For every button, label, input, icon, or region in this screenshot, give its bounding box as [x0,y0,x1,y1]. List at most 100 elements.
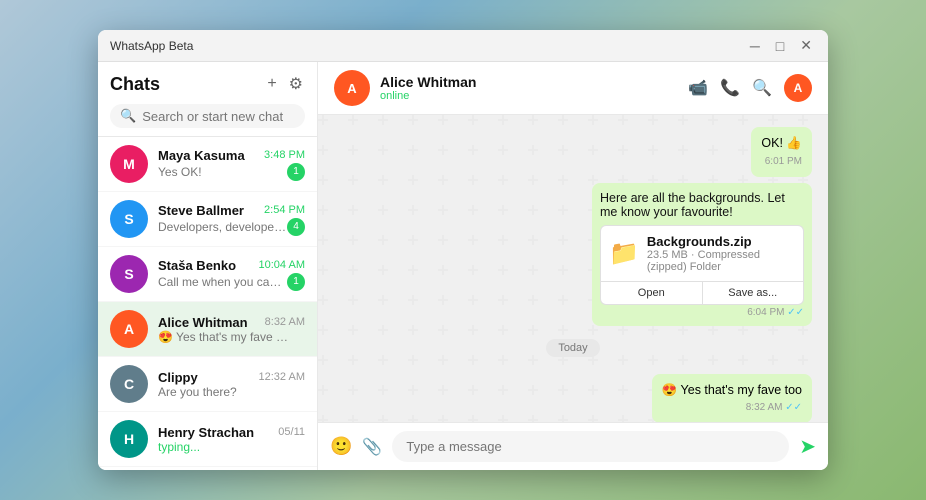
file-card-actions: Open Save as... [601,281,803,304]
file-name: Backgrounds.zip [647,234,795,249]
chat-time: 05/11 [278,426,305,438]
chat-list: M Maya Kasuma 3:48 PM Yes OK!1 S Steve Ballme… [98,137,317,470]
chat-time: 3:48 PM [264,149,305,161]
chat-name: Staša Benko [158,258,236,273]
chat-preview: 😍 Yes that's my fave too! [158,330,288,344]
minimize-button[interactable]: ─ [746,37,764,54]
sidebar-title: Chats [110,74,160,95]
chat-info: Alice Whitman 8:32 AM 😍 Yes that's my fave… [158,315,305,344]
date-label: Today [546,339,599,357]
chat-info: Steve Ballmer 2:54 PM Developers, develope… [158,203,305,236]
chat-header: A Alice Whitman online 📹 📞 🔍 A [318,62,828,115]
chat-name: Alice Whitman [158,315,248,330]
chat-preview-row: Developers, developers, develo...4 [158,218,305,236]
chat-preview: typing... [158,440,200,454]
open-file-button[interactable]: Open [601,282,703,304]
chat-name: Clippy [158,370,198,385]
chat-preview: Developers, developers, develo... [158,220,287,234]
avatar: A [110,310,148,348]
messages-area: OK! 👍 6:01 PM Here are all the backgroun… [318,115,828,422]
settings-button[interactable]: ⚙ [287,72,305,96]
app-body: Chats + ⚙ 🔍 M Maya Kasuma 3:48 PM Yes OK!1 S… [98,62,828,470]
reply-text: 😍 Yes that's my fave too [662,382,802,400]
sidebar-title-row: Chats + ⚙ [110,72,305,96]
sidebar-header: Chats + ⚙ 🔍 [98,62,317,137]
contact-avatar: A [334,70,370,106]
contact-info: Alice Whitman online [380,74,678,102]
chat-time: 2:54 PM [264,204,305,216]
contact-avatar-header[interactable]: A [784,74,812,102]
unread-badge: 1 [287,273,305,291]
avatar: H [110,420,148,458]
sidebar: Chats + ⚙ 🔍 M Maya Kasuma 3:48 PM Yes OK!1 S… [98,62,318,470]
message-ok: OK! 👍 6:01 PM [751,127,812,177]
chat-preview-row: Are you there? [158,385,305,399]
chat-name-row: Staša Benko 10:04 AM [158,258,305,273]
sidebar-action-icons: + ⚙ [265,72,305,96]
avatar: M [110,145,148,183]
avatar: S [110,255,148,293]
chat-name-row: Clippy 12:32 AM [158,370,305,385]
search-bar: 🔍 [110,104,305,128]
avatar: S [110,200,148,238]
chat-time: 8:32 AM [265,316,305,328]
file-info: Backgrounds.zip 23.5 MB · Compressed (zi… [647,234,795,273]
new-chat-button[interactable]: + [265,72,278,96]
chat-item-clippy[interactable]: C Clippy 12:32 AM Are you there? [98,357,317,412]
close-button[interactable]: ✕ [796,37,816,54]
chat-header-actions: 📹 📞 🔍 A [688,74,812,102]
message-time: 6:01 PM [761,155,802,169]
avatar: C [110,365,148,403]
reply-message: 😍 Yes that's my fave too 8:32 AM ✓✓ [652,374,812,423]
message-input[interactable] [392,431,789,462]
emoji-button[interactable]: 🙂 [330,436,352,457]
voice-call-button[interactable]: 📞 [720,78,740,98]
app-window: WhatsApp Beta ─ □ ✕ Chats + ⚙ 🔍 [98,30,828,470]
window-controls: ─ □ ✕ [746,37,816,54]
reply-ticks: ✓✓ [785,402,802,413]
title-bar: WhatsApp Beta ─ □ ✕ [98,30,828,62]
date-separator: Today [334,338,812,356]
chat-preview-row: 😍 Yes that's my fave too! [158,330,305,344]
contact-name: Alice Whitman [380,74,678,90]
chat-info: Maya Kasuma 3:48 PM Yes OK!1 [158,148,305,181]
chat-item-stasa[interactable]: S Staša Benko 10:04 AM Call me when you can… [98,247,317,302]
chat-time: 10:04 AM [259,259,305,271]
send-button[interactable]: ➤ [799,434,816,459]
chat-name: Steve Ballmer [158,203,244,218]
file-attachment-card: 📁 Backgrounds.zip 23.5 MB · Compressed (… [600,225,804,305]
search-icon: 🔍 [120,108,136,124]
chat-item-maya[interactable]: M Maya Kasuma 3:48 PM Yes OK!1 [98,137,317,192]
chat-preview-row: Yes OK!1 [158,163,305,181]
chat-item-henry[interactable]: H Henry Strachan 05/11 typing... [98,412,317,467]
chat-info: Clippy 12:32 AM Are you there? [158,370,305,399]
zip-icon: 📁 [609,239,639,268]
chat-name-row: Steve Ballmer 2:54 PM [158,203,305,218]
search-chat-button[interactable]: 🔍 [752,78,772,98]
maximize-button[interactable]: □ [772,37,788,54]
chat-info: Staša Benko 10:04 AM Call me when you can … [158,258,305,291]
chat-preview: Call me when you can because... [158,275,287,289]
chat-time: 12:32 AM [259,371,305,383]
chat-item-steve[interactable]: S Steve Ballmer 2:54 PM Developers, develop… [98,192,317,247]
chat-name: Maya Kasuma [158,148,245,163]
chat-preview-row: typing... [158,440,305,454]
attach-button[interactable]: 📎 [362,437,382,457]
chat-area: A Alice Whitman online 📹 📞 🔍 A [318,62,828,470]
video-call-button[interactable]: 📹 [688,78,708,98]
unread-badge: 1 [287,163,305,181]
chat-item-jihoon[interactable]: JJihoon Seo05/11✓✓ Big jump! [98,467,317,470]
tick-icon: ✓✓ [787,307,804,318]
chat-name-row: Henry Strachan 05/11 [158,425,305,440]
chat-name-row: Alice Whitman 8:32 AM [158,315,305,330]
chat-name: Henry Strachan [158,425,254,440]
app-title: WhatsApp Beta [110,39,746,53]
chat-input-bar: 🙂 📎 ➤ [318,422,828,470]
search-input[interactable] [142,109,295,124]
chat-item-alice[interactable]: A Alice Whitman 8:32 AM 😍 Yes that's my fav… [98,302,317,357]
save-file-button[interactable]: Save as... [703,282,804,304]
chat-name-row: Maya Kasuma 3:48 PM [158,148,305,163]
file-message-container: Here are all the backgrounds. Let me kno… [592,183,812,326]
file-message-card: Here are all the backgrounds. Let me kno… [592,183,812,326]
file-meta: 23.5 MB · Compressed (zipped) Folder [647,249,795,273]
